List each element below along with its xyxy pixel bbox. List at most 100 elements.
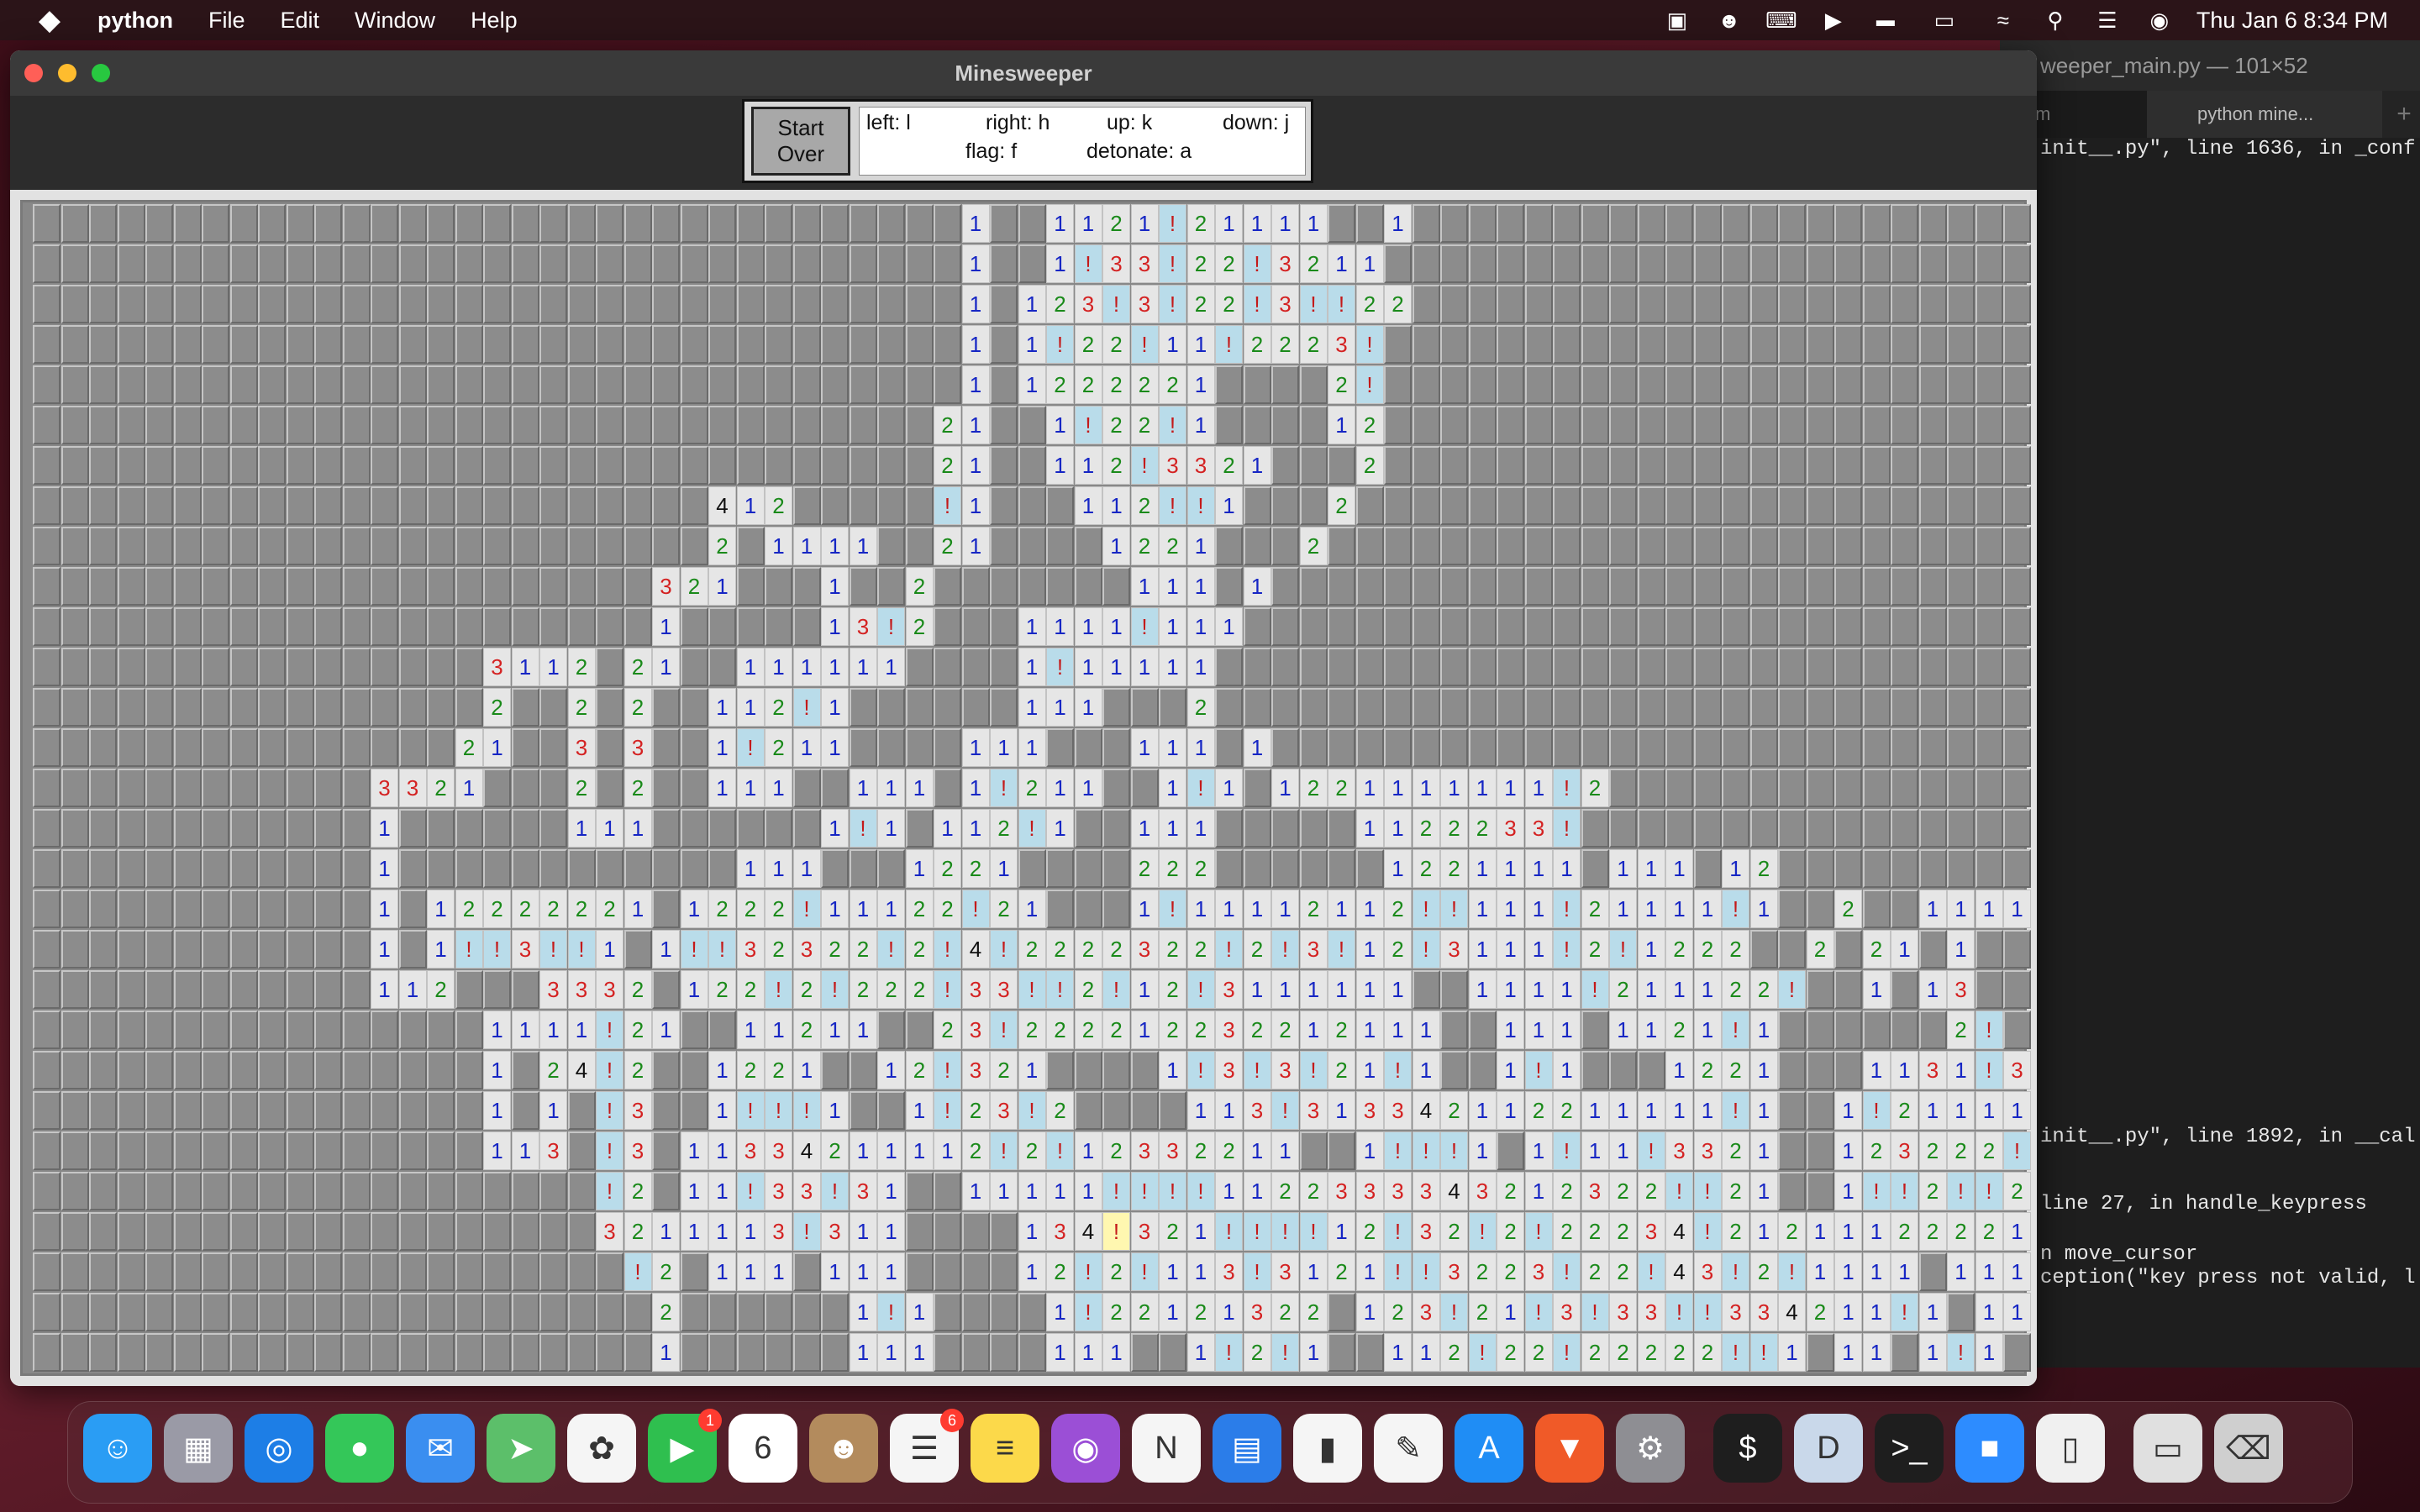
hidden-cell[interactable] (258, 365, 286, 404)
hidden-cell[interactable] (934, 1252, 961, 1291)
hidden-cell[interactable] (89, 1011, 117, 1049)
hidden-cell[interactable] (60, 567, 89, 606)
hidden-cell[interactable] (1497, 567, 1524, 606)
hidden-cell[interactable] (1271, 446, 1299, 485)
hidden-cell[interactable] (427, 648, 455, 686)
open-cell[interactable]: 1 (1665, 1091, 1693, 1130)
hidden-cell[interactable] (202, 567, 229, 606)
hidden-cell[interactable] (1581, 486, 1609, 525)
hidden-cell[interactable] (1553, 285, 1581, 323)
open-cell[interactable]: 2 (1384, 1293, 1412, 1331)
flagged-cell[interactable]: ! (990, 930, 1018, 969)
hidden-cell[interactable] (258, 1333, 286, 1372)
hidden-cell[interactable] (483, 244, 511, 283)
open-cell[interactable]: 1 (1412, 1333, 1440, 1372)
open-cell[interactable]: 1 (567, 1011, 596, 1049)
open-cell[interactable]: 1 (1130, 204, 1159, 243)
flagged-cell[interactable]: ! (1553, 1131, 1581, 1170)
hidden-cell[interactable] (1524, 406, 1553, 444)
hidden-cell[interactable] (427, 688, 455, 727)
open-cell[interactable]: 1 (652, 930, 680, 969)
hidden-cell[interactable] (398, 406, 427, 444)
hidden-cell[interactable] (1102, 809, 1130, 848)
open-cell[interactable]: 1 (1778, 1333, 1806, 1372)
hidden-cell[interactable] (173, 728, 202, 767)
hidden-cell[interactable] (89, 930, 117, 969)
hidden-cell[interactable] (1328, 1131, 1355, 1170)
hidden-cell[interactable] (258, 648, 286, 686)
hidden-cell[interactable] (455, 1172, 483, 1210)
hidden-cell[interactable] (567, 204, 596, 243)
open-cell[interactable]: 2 (1468, 1252, 1497, 1291)
hidden-cell[interactable] (1328, 688, 1355, 727)
hidden-cell[interactable] (680, 1293, 708, 1331)
open-cell[interactable]: 2 (539, 1051, 567, 1089)
open-cell[interactable]: 2 (1918, 1172, 1947, 1210)
flagged-cell[interactable]: ! (1299, 1212, 1328, 1251)
open-cell[interactable]: 1 (1891, 930, 1918, 969)
open-cell[interactable]: 1 (1074, 1131, 1102, 1170)
hidden-cell[interactable] (708, 809, 736, 848)
open-cell[interactable]: 1 (1243, 204, 1271, 243)
hidden-cell[interactable] (1975, 809, 2003, 848)
flagged-cell[interactable]: ! (1299, 285, 1328, 323)
hidden-cell[interactable] (821, 446, 849, 485)
open-cell[interactable]: 1 (1806, 1212, 1834, 1251)
open-cell[interactable]: 1 (877, 1172, 905, 1210)
open-cell[interactable]: 2 (736, 970, 765, 1009)
hidden-cell[interactable] (314, 486, 342, 525)
hidden-cell[interactable] (511, 849, 539, 888)
hidden-cell[interactable] (511, 728, 539, 767)
hidden-cell[interactable] (1046, 527, 1074, 565)
open-cell[interactable]: 1 (1186, 406, 1215, 444)
hidden-cell[interactable] (905, 648, 934, 686)
flagged-cell[interactable]: ! (1159, 890, 1186, 928)
hidden-cell[interactable] (1947, 406, 1975, 444)
hidden-cell[interactable] (1497, 486, 1524, 525)
hidden-cell[interactable] (1918, 527, 1947, 565)
flagged-cell[interactable]: ! (1975, 1011, 2003, 1049)
hidden-cell[interactable] (1722, 769, 1749, 807)
flagged-cell[interactable]: ! (1243, 1051, 1271, 1089)
open-cell[interactable]: 1 (1468, 930, 1497, 969)
hidden-cell[interactable] (1102, 769, 1130, 807)
open-cell[interactable]: 1 (1159, 1293, 1186, 1331)
hidden-cell[interactable] (1693, 486, 1722, 525)
open-cell[interactable]: 1 (1018, 728, 1046, 767)
open-cell[interactable]: 1 (1018, 607, 1046, 646)
hidden-cell[interactable] (89, 446, 117, 485)
open-cell[interactable]: 1 (1862, 970, 1891, 1009)
hidden-cell[interactable] (1440, 446, 1468, 485)
hidden-cell[interactable] (849, 446, 877, 485)
open-cell[interactable]: 1 (1497, 1011, 1524, 1049)
open-cell[interactable]: 2 (990, 1051, 1018, 1089)
open-cell[interactable]: 3 (1637, 1212, 1665, 1251)
hidden-cell[interactable] (2003, 849, 2031, 888)
downloads-icon[interactable]: ▭ (2133, 1414, 2202, 1483)
open-cell[interactable]: 2 (849, 930, 877, 969)
open-cell[interactable]: 2 (427, 970, 455, 1009)
hidden-cell[interactable] (1722, 688, 1749, 727)
open-cell[interactable]: 1 (1328, 890, 1355, 928)
flagged-cell[interactable]: ! (1637, 1252, 1665, 1291)
hidden-cell[interactable] (483, 285, 511, 323)
flagged-cell[interactable]: ! (1074, 244, 1102, 283)
hidden-cell[interactable] (1637, 648, 1665, 686)
hidden-cell[interactable] (33, 809, 60, 848)
open-cell[interactable]: 2 (1778, 1212, 1806, 1251)
hidden-cell[interactable] (89, 1252, 117, 1291)
hidden-cell[interactable] (567, 1131, 596, 1170)
open-cell[interactable]: 2 (1609, 1252, 1637, 1291)
hidden-cell[interactable] (314, 204, 342, 243)
hidden-cell[interactable] (229, 1172, 258, 1210)
hidden-cell[interactable] (286, 285, 314, 323)
open-cell[interactable]: 1 (1524, 890, 1553, 928)
hidden-cell[interactable] (1524, 204, 1553, 243)
hidden-cell[interactable] (1355, 527, 1384, 565)
hidden-cell[interactable] (990, 1293, 1018, 1331)
open-cell[interactable]: 1 (765, 769, 792, 807)
hidden-cell[interactable] (1355, 607, 1384, 646)
hidden-cell[interactable] (483, 486, 511, 525)
hidden-cell[interactable] (539, 607, 567, 646)
hidden-cell[interactable] (1749, 728, 1778, 767)
